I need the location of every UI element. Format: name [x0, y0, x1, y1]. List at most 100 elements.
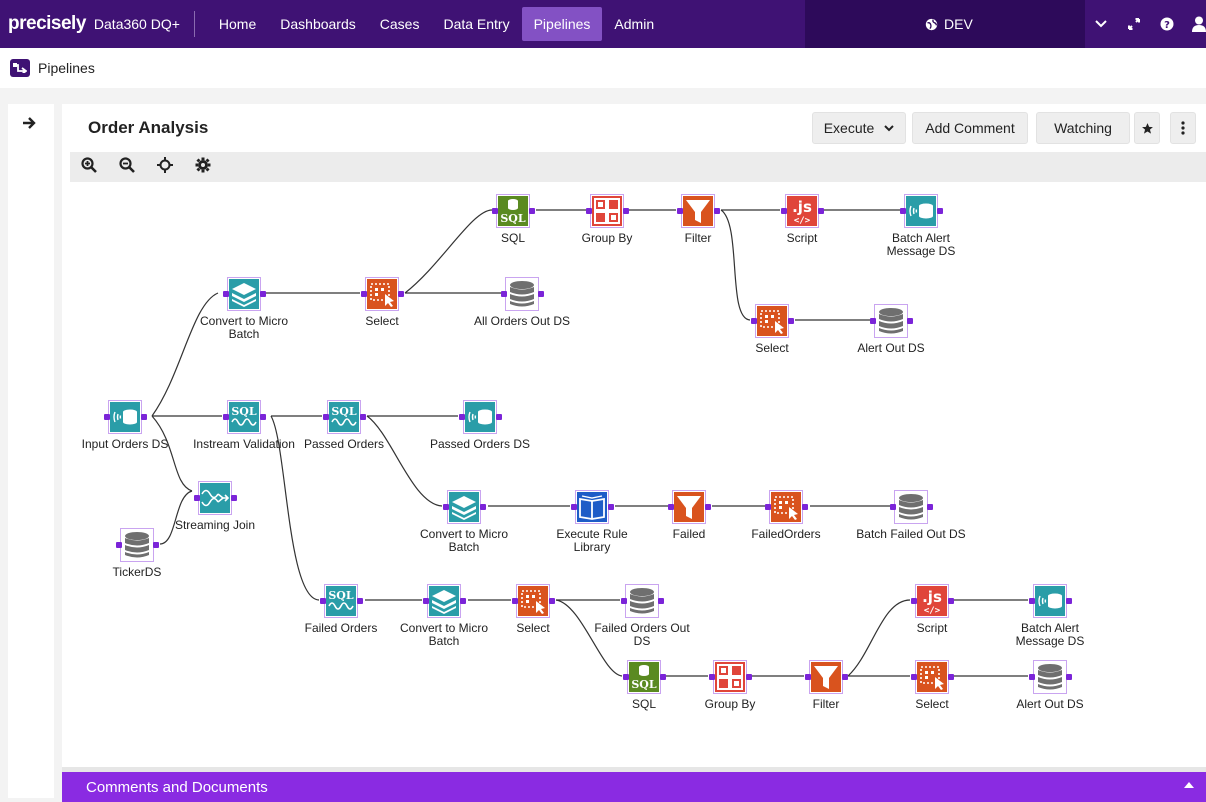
pipeline-node-failed[interactable]	[672, 490, 706, 524]
pipeline-node-sel2[interactable]	[755, 304, 789, 338]
favorite-button[interactable]	[1134, 112, 1160, 144]
output-port[interactable]	[260, 291, 266, 297]
input-port[interactable]	[668, 504, 674, 510]
pipeline-node-sql2[interactable]: SQL	[627, 660, 661, 694]
pipeline-node-conv1[interactable]	[227, 277, 261, 311]
input-port[interactable]	[501, 291, 507, 297]
input-port[interactable]	[323, 414, 329, 420]
pipeline-node-scr2[interactable]: .js </>	[915, 584, 949, 618]
input-port[interactable]	[677, 208, 683, 214]
input-port[interactable]	[423, 598, 429, 604]
pipeline-node-ticker[interactable]	[120, 528, 154, 562]
output-port[interactable]	[608, 504, 614, 510]
input-port[interactable]	[805, 674, 811, 680]
zoom-out-icon[interactable]	[118, 157, 136, 177]
chevron-down-icon[interactable]	[1095, 0, 1107, 48]
output-port[interactable]	[927, 504, 933, 510]
input-port[interactable]	[1029, 598, 1035, 604]
pipeline-node-input[interactable]	[108, 400, 142, 434]
input-port[interactable]	[623, 674, 629, 680]
pipeline-node-sel1[interactable]	[365, 277, 399, 311]
pipeline-node-filt1[interactable]	[681, 194, 715, 228]
input-port[interactable]	[751, 318, 757, 324]
output-port[interactable]	[623, 208, 629, 214]
output-port[interactable]	[153, 542, 159, 548]
output-port[interactable]	[398, 291, 404, 297]
zoom-in-icon[interactable]	[80, 157, 98, 177]
pipeline-node-conv3[interactable]	[427, 584, 461, 618]
nav-cases[interactable]: Cases	[368, 7, 432, 41]
pipeline-node-alert2[interactable]	[1033, 660, 1067, 694]
pipeline-node-sql1[interactable]: SQL	[496, 194, 530, 228]
pipeline-node-gb2[interactable]	[713, 660, 747, 694]
pipeline-node-bam1[interactable]	[904, 194, 938, 228]
add-comment-button[interactable]: Add Comment	[912, 112, 1028, 144]
pipeline-node-foout[interactable]	[625, 584, 659, 618]
input-port[interactable]	[194, 495, 200, 501]
output-port[interactable]	[705, 504, 711, 510]
input-port[interactable]	[765, 504, 771, 510]
pipeline-node-conv2[interactable]	[447, 490, 481, 524]
nav-admin[interactable]: Admin	[602, 7, 666, 41]
pipeline-node-sel3[interactable]	[516, 584, 550, 618]
nav-data-entry[interactable]: Data Entry	[431, 7, 521, 41]
watching-button[interactable]: Watching	[1036, 112, 1130, 144]
output-port[interactable]	[746, 674, 752, 680]
help-icon[interactable]: ?	[1160, 0, 1174, 48]
output-port[interactable]	[529, 208, 535, 214]
pipeline-node-bfo[interactable]	[894, 490, 928, 524]
input-port[interactable]	[116, 542, 122, 548]
output-port[interactable]	[1066, 674, 1072, 680]
settings-icon[interactable]	[194, 157, 212, 177]
input-port[interactable]	[890, 504, 896, 510]
input-port[interactable]	[571, 504, 577, 510]
output-port[interactable]	[802, 504, 808, 510]
nav-pipelines[interactable]: Pipelines	[521, 7, 603, 41]
input-port[interactable]	[911, 598, 917, 604]
output-port[interactable]	[141, 414, 147, 420]
output-port[interactable]	[260, 414, 266, 420]
output-port[interactable]	[658, 598, 664, 604]
expand-panel-arrow-icon[interactable]	[22, 116, 36, 134]
user-icon[interactable]	[1192, 0, 1206, 48]
input-port[interactable]	[621, 598, 627, 604]
pipeline-node-gb1[interactable]	[590, 194, 624, 228]
pipeline-node-failedorders[interactable]: SQL	[324, 584, 358, 618]
input-port[interactable]	[709, 674, 715, 680]
input-port[interactable]	[104, 414, 110, 420]
input-port[interactable]	[781, 208, 787, 214]
output-port[interactable]	[907, 318, 913, 324]
expand-icon[interactable]	[1127, 0, 1141, 48]
nav-home[interactable]: Home	[207, 7, 268, 41]
output-port[interactable]	[948, 598, 954, 604]
output-port[interactable]	[496, 414, 502, 420]
output-port[interactable]	[948, 674, 954, 680]
output-port[interactable]	[1066, 598, 1072, 604]
pipeline-node-allout[interactable]	[505, 277, 539, 311]
center-icon[interactable]	[156, 157, 174, 177]
input-port[interactable]	[459, 414, 465, 420]
pipeline-node-passedds[interactable]	[463, 400, 497, 434]
input-port[interactable]	[492, 208, 498, 214]
nav-dashboards[interactable]: Dashboards	[268, 7, 368, 41]
input-port[interactable]	[512, 598, 518, 604]
output-port[interactable]	[788, 318, 794, 324]
input-port[interactable]	[1029, 674, 1035, 680]
input-port[interactable]	[900, 208, 906, 214]
output-port[interactable]	[538, 291, 544, 297]
output-port[interactable]	[937, 208, 943, 214]
output-port[interactable]	[818, 208, 824, 214]
output-port[interactable]	[549, 598, 555, 604]
input-port[interactable]	[586, 208, 592, 214]
pipeline-node-scr1[interactable]: .js </>	[785, 194, 819, 228]
input-port[interactable]	[361, 291, 367, 297]
output-port[interactable]	[842, 674, 848, 680]
input-port[interactable]	[911, 674, 917, 680]
more-options-button[interactable]	[1170, 112, 1196, 144]
pipeline-node-failedord[interactable]	[769, 490, 803, 524]
environment-selector[interactable]: DEV	[805, 0, 1085, 48]
pipeline-node-rule[interactable]	[575, 490, 609, 524]
pipeline-canvas[interactable]: Input Orders DS TickerDS Convert to Micro …	[62, 184, 1206, 769]
output-port[interactable]	[357, 598, 363, 604]
input-port[interactable]	[320, 598, 326, 604]
